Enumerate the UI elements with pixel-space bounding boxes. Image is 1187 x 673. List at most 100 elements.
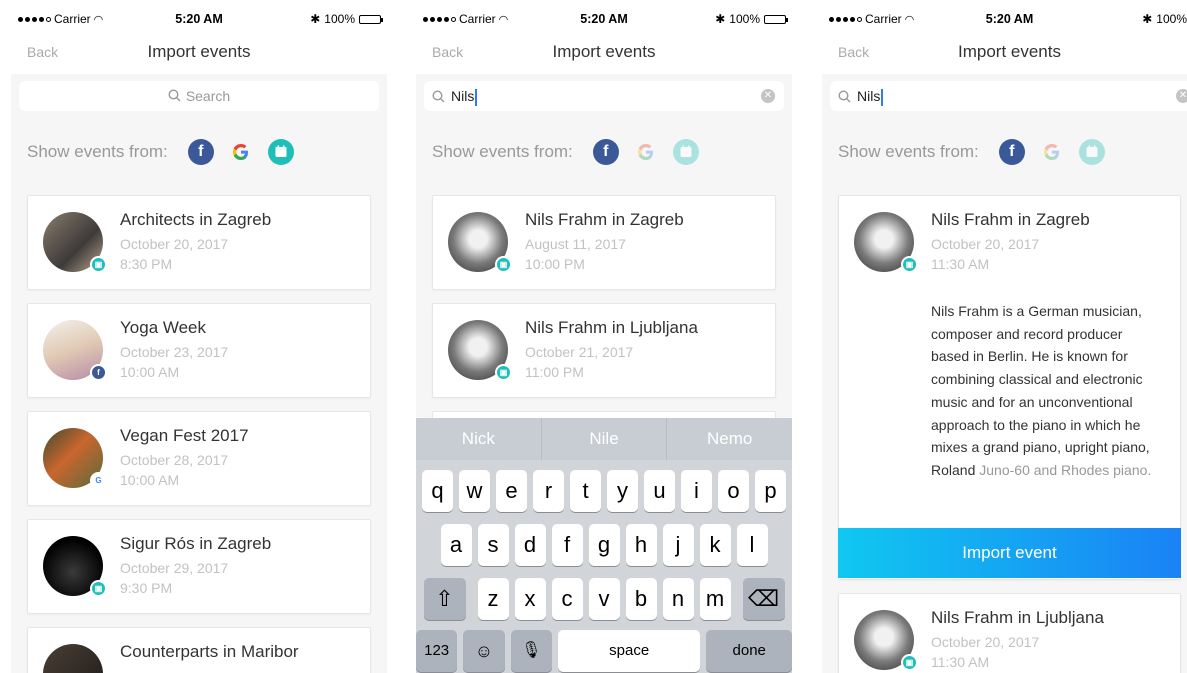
key-z[interactable]: z bbox=[477, 578, 509, 620]
event-date: October 20, 2017 bbox=[931, 634, 1040, 650]
event-card[interactable]: ▣ Nils Frahm in Ljubljana October 20, 20… bbox=[838, 593, 1181, 673]
event-card[interactable]: ▣ Nils Frahm in Ljubljana October 21, 20… bbox=[432, 303, 776, 398]
source-filter: Show events from: f bbox=[432, 138, 713, 166]
key-a[interactable]: a bbox=[440, 524, 472, 566]
event-title: Nils Frahm in Zagreb bbox=[931, 210, 1090, 229]
event-time: 9:30 PM bbox=[120, 580, 173, 596]
status-bar: Carrier ◠ 5:20 AM ✱ 100% bbox=[11, 0, 387, 28]
bluetooth-icon: ✱ bbox=[715, 12, 726, 26]
key-v[interactable]: v bbox=[588, 578, 620, 620]
bluetooth-icon: ✱ bbox=[310, 12, 321, 26]
key-t[interactable]: t bbox=[570, 470, 601, 512]
event-card[interactable]: f Yoga Week October 23, 2017 10:00 AM bbox=[27, 303, 371, 398]
calendar-icon[interactable] bbox=[267, 139, 294, 165]
key-j[interactable]: j bbox=[662, 524, 694, 566]
battery-percent: 100% bbox=[324, 12, 355, 26]
search-input[interactable]: Search bbox=[19, 81, 379, 111]
search-input[interactable]: Nils ✕ bbox=[830, 81, 1187, 111]
event-card[interactable]: ▣ Nils Frahm in Zagreb August 11, 2017 1… bbox=[432, 195, 776, 290]
suggestion-item[interactable]: Nemo bbox=[667, 418, 792, 460]
key-l[interactable]: l bbox=[736, 524, 768, 566]
key-c[interactable]: c bbox=[551, 578, 583, 620]
key-i[interactable]: i bbox=[681, 470, 712, 512]
text-cursor bbox=[475, 88, 478, 106]
clear-search-icon[interactable]: ✕ bbox=[1176, 89, 1187, 103]
source-filter: Show events from: f bbox=[27, 138, 308, 166]
calendar-icon: ▣ bbox=[495, 256, 512, 273]
event-date: October 23, 2017 bbox=[120, 344, 229, 360]
key-n[interactable]: n bbox=[662, 578, 694, 620]
key-x[interactable]: x bbox=[514, 578, 546, 620]
event-time: 11:30 AM bbox=[931, 256, 990, 272]
key-u[interactable]: u bbox=[644, 470, 675, 512]
event-title: Sigur Rós in Zagreb bbox=[120, 534, 272, 553]
facebook-icon[interactable]: f bbox=[998, 139, 1025, 165]
event-title: Vegan Fest 2017 bbox=[120, 426, 249, 445]
backspace-key-icon[interactable]: ⌫ bbox=[742, 578, 785, 620]
search-query: Nils bbox=[451, 88, 475, 104]
event-card-expanded[interactable]: ▣ Nils Frahm in Zagreb October 20, 2017 … bbox=[838, 195, 1181, 580]
key-q[interactable]: q bbox=[422, 470, 453, 512]
screen-import-events-list: Carrier ◠ 5:20 AM ✱ 100% Back Import eve… bbox=[11, 0, 387, 673]
event-date: October 28, 2017 bbox=[120, 452, 229, 468]
emoji-key-icon[interactable]: ☺ bbox=[463, 630, 505, 672]
event-time: 11:00 PM bbox=[525, 364, 584, 380]
clear-search-icon[interactable]: ✕ bbox=[761, 89, 775, 103]
google-icon: G bbox=[90, 472, 107, 489]
event-time: 11:30 AM bbox=[931, 654, 990, 670]
event-card[interactable]: Counterparts in Maribor bbox=[27, 627, 371, 673]
google-icon[interactable] bbox=[228, 139, 254, 165]
microphone-key-icon[interactable]: 🎙 bbox=[510, 630, 552, 672]
search-icon bbox=[838, 90, 851, 103]
done-key[interactable]: done bbox=[706, 630, 792, 672]
key-m[interactable]: m bbox=[699, 578, 731, 620]
key-e[interactable]: e bbox=[496, 470, 527, 512]
event-time: 10:00 PM bbox=[525, 256, 585, 272]
event-title: Architects in Zagreb bbox=[120, 210, 272, 229]
key-o[interactable]: o bbox=[718, 470, 749, 512]
suggestion-item[interactable]: Nick bbox=[416, 418, 542, 460]
key-b[interactable]: b bbox=[625, 578, 657, 620]
search-bar: Search bbox=[11, 74, 387, 120]
event-card[interactable]: ▣ Architects in Zagreb October 20, 2017 … bbox=[27, 195, 371, 290]
suggestion-item[interactable]: Nile bbox=[542, 418, 668, 460]
event-time: 10:00 AM bbox=[120, 472, 180, 488]
import-event-button[interactable]: Import event bbox=[838, 528, 1181, 578]
status-bar: Carrier ◠ 5:20 AM ✱ 100% bbox=[416, 0, 792, 28]
event-card[interactable]: G Vegan Fest 2017 October 28, 2017 10:00… bbox=[27, 411, 371, 506]
key-f[interactable]: f bbox=[551, 524, 583, 566]
numbers-key[interactable]: 123 bbox=[416, 630, 458, 672]
calendar-icon[interactable] bbox=[1078, 139, 1105, 165]
google-icon[interactable] bbox=[633, 139, 659, 165]
keyboard-suggestions: Nick Nile Nemo bbox=[416, 418, 792, 460]
key-h[interactable]: h bbox=[625, 524, 657, 566]
facebook-icon[interactable]: f bbox=[592, 139, 619, 165]
key-d[interactable]: d bbox=[514, 524, 546, 566]
key-k[interactable]: k bbox=[699, 524, 731, 566]
bluetooth-icon: ✱ bbox=[1142, 12, 1153, 26]
key-w[interactable]: w bbox=[459, 470, 490, 512]
key-s[interactable]: s bbox=[477, 524, 509, 566]
space-key[interactable]: space bbox=[557, 630, 701, 672]
key-p[interactable]: p bbox=[755, 470, 786, 512]
battery-percent: 100% bbox=[1156, 12, 1187, 26]
key-r[interactable]: r bbox=[533, 470, 564, 512]
google-icon[interactable] bbox=[1039, 139, 1065, 165]
search-input[interactable]: Nils ✕ bbox=[424, 81, 784, 111]
search-query: Nils bbox=[857, 88, 881, 104]
key-y[interactable]: y bbox=[607, 470, 638, 512]
calendar-icon[interactable] bbox=[672, 139, 699, 165]
nav-bar: Back Import events bbox=[416, 28, 792, 74]
key-g[interactable]: g bbox=[588, 524, 620, 566]
keyboard: Nick Nile Nemo qwertyuiop asdfghjkl ⇧ zx… bbox=[416, 418, 792, 673]
event-date: October 21, 2017 bbox=[525, 344, 634, 360]
page-title: Import events bbox=[958, 42, 1061, 61]
shift-key-icon[interactable]: ⇧ bbox=[423, 578, 466, 620]
event-description: Nils Frahm is a German musician, compose… bbox=[931, 303, 1152, 478]
event-title: Yoga Week bbox=[120, 318, 207, 337]
status-time: 5:20 AM bbox=[985, 12, 1034, 26]
facebook-icon[interactable]: f bbox=[187, 139, 214, 165]
event-time: 10:00 AM bbox=[120, 364, 180, 380]
event-card[interactable]: ▣ Sigur Rós in Zagreb October 29, 2017 9… bbox=[27, 519, 371, 614]
filter-label: Show events from: bbox=[432, 142, 573, 161]
